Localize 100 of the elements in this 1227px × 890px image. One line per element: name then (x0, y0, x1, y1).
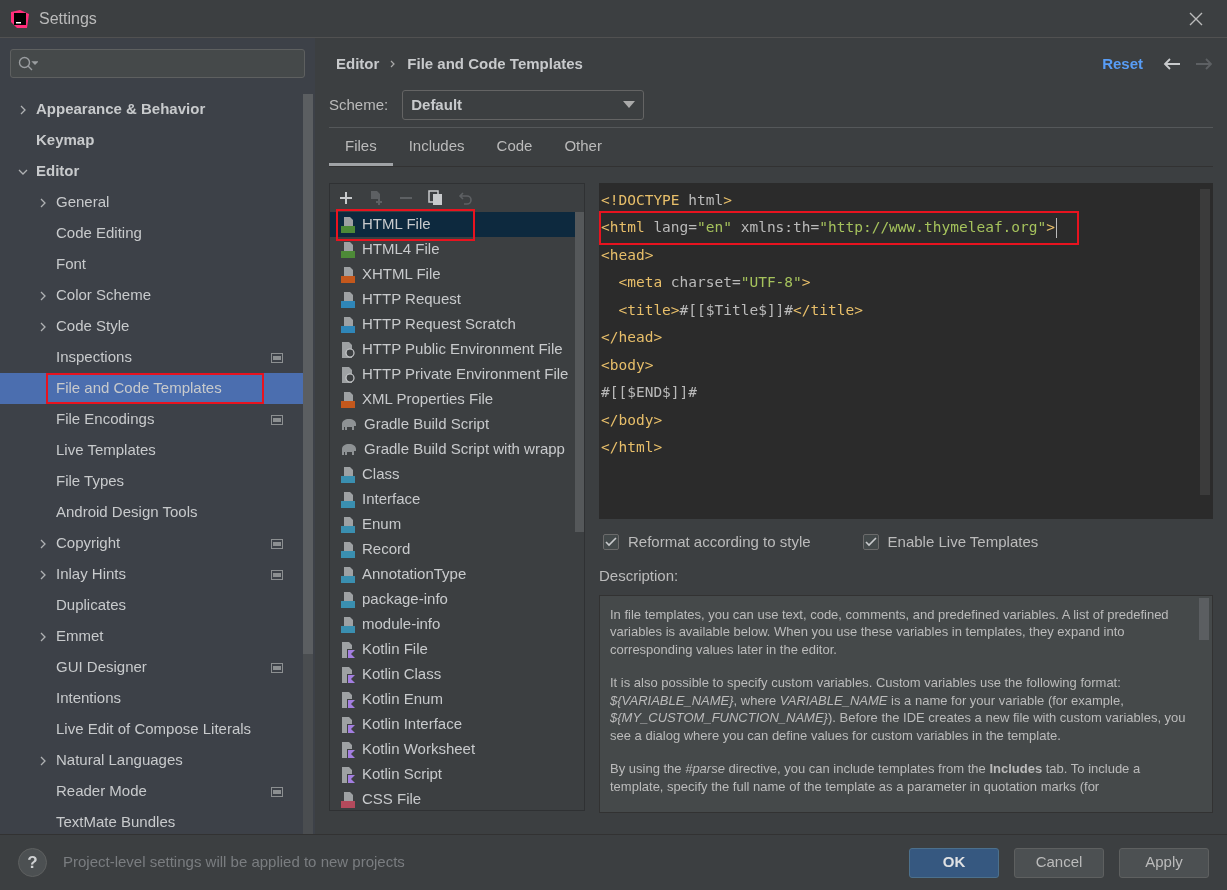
close-icon[interactable] (1189, 11, 1203, 26)
tab[interactable]: Includes (392, 130, 481, 166)
template-item[interactable]: HTTP Request Scratch (330, 312, 575, 337)
sidebar-item[interactable]: Duplicates (0, 590, 303, 621)
chevron-right-icon[interactable] (18, 104, 28, 115)
template-item[interactable]: Gradle Build Script (330, 412, 575, 437)
help-button[interactable]: ? (18, 848, 47, 877)
template-item[interactable]: module-info (330, 612, 575, 637)
template-name: Kotlin Script (362, 764, 443, 785)
sidebar-item[interactable]: Code Style (0, 311, 303, 342)
sidebar-item-label: TextMate Bundles (56, 812, 176, 833)
template-name: package-info (362, 589, 448, 610)
template-name: Record (362, 539, 411, 560)
sidebar-item[interactable]: File Types (0, 466, 303, 497)
scrollbar-thumb[interactable] (1199, 597, 1209, 640)
template-item[interactable]: Interface (330, 487, 575, 512)
sidebar-item[interactable]: Live Templates (0, 435, 303, 466)
template-item[interactable]: Record (330, 537, 575, 562)
template-item[interactable]: CSS File (330, 787, 575, 810)
description-paragraph: In file templates, you can use text, code, comments, and predefined variables. A list of predefined variables is available below. When you use these variables in templates, they expand into corresponding values later in the editor. (610, 605, 1170, 658)
option-checkbox[interactable]: Reformat according to style (603, 530, 811, 554)
back-arrow-icon[interactable] (1163, 57, 1181, 71)
code-line: <head> (601, 245, 654, 265)
ok-button[interactable]: OK (909, 847, 999, 878)
file-icon (340, 390, 356, 409)
sidebar-item[interactable]: GUI Designer (0, 652, 303, 683)
sidebar-item[interactable]: Inlay Hints (0, 559, 303, 590)
template-item[interactable]: HTTP Private Environment File (330, 362, 575, 387)
sidebar-item[interactable]: Intentions (0, 683, 303, 714)
template-item[interactable]: XHTML File (330, 262, 575, 287)
template-item[interactable]: AnnotationType (330, 562, 575, 587)
checkbox[interactable] (862, 534, 879, 550)
template-item[interactable]: Kotlin Class (330, 662, 575, 687)
sidebar-item[interactable]: Editor (0, 156, 303, 187)
sidebar-item[interactable]: Keymap (0, 125, 303, 156)
kotlin-file-icon (340, 665, 356, 684)
dialog-button[interactable]: Cancel (1014, 847, 1104, 878)
template-item[interactable]: Kotlin Worksheet (330, 737, 575, 762)
code-line: <body> (601, 355, 654, 375)
checkbox[interactable] (603, 534, 619, 550)
sidebar-item-label: Code Editing (56, 223, 142, 244)
sidebar-item-label: Inlay Hints (56, 564, 127, 585)
template-item[interactable]: Gradle Build Script with wrapp (330, 437, 575, 462)
template-item[interactable]: HTTP Public Environment File (330, 337, 575, 362)
chevron-right-icon[interactable] (38, 569, 48, 580)
sidebar-item[interactable]: TextMate Bundles (0, 807, 303, 834)
template-name: Gradle Build Script with wrapp (364, 439, 565, 460)
scheme-dropdown[interactable]: Default (402, 90, 645, 120)
chevron-right-icon[interactable] (38, 290, 48, 301)
sidebar-item[interactable]: General (0, 187, 303, 218)
copy-icon[interactable] (428, 190, 444, 206)
template-item[interactable]: Kotlin Enum (330, 687, 575, 712)
tab[interactable]: Files (329, 130, 393, 166)
sidebar-item-label: Code Style (56, 316, 130, 337)
sidebar-item[interactable]: Emmet (0, 621, 303, 652)
template-item[interactable]: Kotlin Script (330, 762, 575, 787)
search-field[interactable] (10, 49, 305, 78)
template-item[interactable]: Kotlin Interface (330, 712, 575, 737)
reset-link[interactable]: Reset (1102, 52, 1143, 76)
sidebar-item-label: File Encodings (56, 409, 155, 430)
template-item[interactable]: Class (330, 462, 575, 487)
scrollbar-thumb[interactable] (303, 94, 313, 654)
template-item[interactable]: Kotlin File (330, 637, 575, 662)
sidebar-item[interactable]: File Encodings (0, 404, 303, 435)
dialog-button[interactable]: Apply (1119, 847, 1209, 878)
sidebar-item[interactable]: Inspections (0, 342, 303, 373)
template-item[interactable]: XML Properties File (330, 387, 575, 412)
scheme-label: Scheme: (329, 94, 389, 115)
chevron-right-icon[interactable] (38, 755, 48, 766)
chevron-right-icon[interactable] (38, 538, 48, 549)
sidebar-item[interactable]: Copyright (0, 528, 303, 559)
chevron-right-icon[interactable] (38, 631, 48, 642)
option-checkbox[interactable]: Enable Live Templates (862, 530, 1039, 554)
tab[interactable]: Code (480, 130, 549, 166)
kotlin-file-icon (340, 690, 356, 709)
settings-file-icon (340, 365, 356, 384)
template-item[interactable]: HTTP Request (330, 287, 575, 312)
template-item[interactable]: HTML4 File (330, 237, 575, 262)
file-icon (340, 315, 356, 334)
add-icon[interactable] (338, 190, 354, 206)
sidebar-item-label: Android Design Tools (56, 502, 198, 523)
sidebar-item[interactable]: Natural Languages (0, 745, 303, 776)
sidebar-item[interactable]: Appearance & Behavior (0, 94, 303, 125)
sidebar-item[interactable]: Reader Mode (0, 776, 303, 807)
sidebar-item[interactable]: Android Design Tools (0, 497, 303, 528)
tab[interactable]: Other (548, 130, 618, 166)
sidebar-item-label: General (56, 192, 110, 213)
chevron-right-icon[interactable] (38, 321, 48, 332)
sidebar-item[interactable]: Color Scheme (0, 280, 303, 311)
template-item[interactable]: Enum (330, 512, 575, 537)
footer-note: Project-level settings will be applied to new projects (63, 852, 405, 873)
file-icon (340, 290, 356, 309)
file-icon (340, 490, 356, 509)
scrollbar-thumb[interactable] (575, 212, 584, 532)
sidebar-item[interactable]: Live Edit of Compose Literals (0, 714, 303, 745)
template-name: Kotlin Interface (362, 714, 463, 735)
sidebar-item[interactable]: Font (0, 249, 303, 280)
chevron-right-icon[interactable] (38, 197, 48, 208)
template-item[interactable]: package-info (330, 587, 575, 612)
sidebar-item[interactable]: Code Editing (0, 218, 303, 249)
